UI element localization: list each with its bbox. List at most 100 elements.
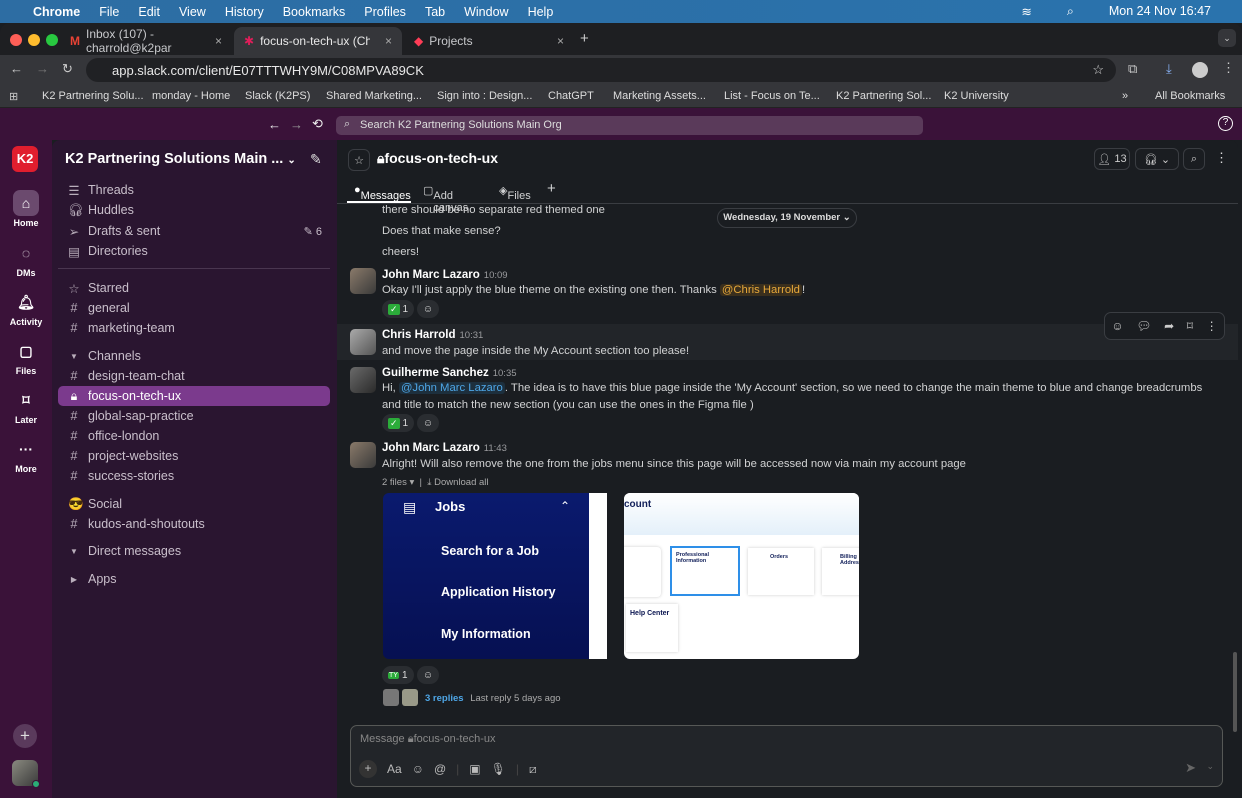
download-icon[interactable]: ⤓: [1166, 61, 1172, 77]
emoji-button[interactable]: ☺: [412, 762, 424, 776]
section-direct-messages[interactable]: ▼ Direct messages: [58, 541, 330, 561]
history-icon[interactable]: ⟲: [312, 116, 323, 132]
forward-icon[interactable]: ➦: [1164, 319, 1174, 333]
menu-view[interactable]: View: [179, 5, 206, 19]
section-starred[interactable]: ☆ Starred: [58, 278, 330, 298]
menu-bookmarks[interactable]: Bookmarks: [283, 5, 346, 19]
forward-button[interactable]: →: [36, 61, 49, 76]
bookmark-star-icon[interactable]: ☆: [1092, 62, 1104, 78]
add-reaction-button[interactable]: ☺: [417, 414, 439, 432]
tab-files[interactable]: ◈ Files: [499, 184, 531, 202]
rail-activity[interactable]: 🔔︎ Activity: [0, 289, 52, 327]
bookmark[interactable]: Slack (K2PS): [245, 90, 310, 102]
formatting-button[interactable]: Aa: [387, 762, 402, 776]
bookmark[interactable]: K2 Partnering Solu...: [42, 90, 144, 102]
clock[interactable]: Mon 24 Nov 16:47: [1109, 4, 1211, 19]
back-button[interactable]: ←: [268, 117, 281, 132]
profile-avatar[interactable]: [1192, 62, 1208, 78]
menu-app[interactable]: Chrome: [33, 5, 80, 19]
extensions-icon[interactable]: ⧉: [1128, 61, 1137, 77]
close-window-button[interactable]: [10, 34, 22, 46]
add-reaction-button[interactable]: ☺: [417, 300, 439, 318]
shortcuts-button[interactable]: ⧄: [529, 762, 537, 777]
channel-success-stories[interactable]: # success-stories: [58, 466, 330, 486]
timestamp[interactable]: 11:43: [484, 443, 507, 454]
search-input[interactable]: ⌕ Search K2 Partnering Solutions Main Org: [336, 116, 923, 135]
channel-office-london[interactable]: # office-london: [58, 426, 330, 446]
channel-focus-on-tech-ux[interactable]: 🔒︎ focus-on-tech-ux: [58, 386, 330, 406]
section-social[interactable]: 😎 Social: [58, 494, 330, 514]
channel-marketing-team[interactable]: # marketing-team: [58, 318, 330, 338]
more-actions-icon[interactable]: ⋮: [1206, 319, 1218, 333]
forward-button[interactable]: →: [290, 117, 303, 132]
workspace-logo[interactable]: K2: [12, 146, 38, 172]
url-bar[interactable]: app.slack.com/client/E07TTTWHY9M/C08MPVA…: [86, 58, 1116, 82]
star-channel-button[interactable]: ☆: [348, 149, 370, 171]
tab-projects[interactable]: ◆ Projects ×: [404, 27, 574, 55]
bookmark[interactable]: ChatGPT: [548, 90, 594, 102]
close-icon[interactable]: ×: [385, 34, 392, 48]
bookmark[interactable]: Shared Marketing...: [326, 90, 422, 102]
send-options-chevron[interactable]: ⌄: [1206, 761, 1214, 772]
huddle-button[interactable]: 🎧︎ ⌄: [1135, 148, 1179, 170]
author-name[interactable]: John Marc Lazaro: [382, 269, 480, 281]
user-mention[interactable]: @John Marc Lazaro: [398, 382, 505, 394]
channel-kudos-and-shoutouts[interactable]: # kudos-and-shoutouts: [58, 514, 330, 534]
bookmark[interactable]: monday - Home: [152, 90, 230, 102]
bookmark-folder[interactable]: K2 Partnering Sol...: [836, 90, 931, 102]
reaction-checkmark[interactable]: ✓ 1: [382, 300, 415, 318]
menu-edit[interactable]: Edit: [138, 5, 160, 19]
compose-icon[interactable]: ✎: [310, 151, 322, 168]
menu-tab[interactable]: Tab: [425, 5, 445, 19]
save-icon[interactable]: ⌑: [1187, 319, 1193, 333]
author-name[interactable]: Chris Harrold: [382, 329, 456, 341]
avatar[interactable]: [350, 268, 376, 294]
section-channels[interactable]: ▼ Channels: [58, 346, 330, 366]
search-channel-button[interactable]: ⌕: [1183, 148, 1205, 170]
reaction-ty[interactable]: TY 1: [382, 666, 414, 684]
close-icon[interactable]: ×: [557, 34, 564, 48]
message-composer[interactable]: Message 🔒︎focus-on-tech-ux + Aa ☺ @ | ▣ …: [350, 725, 1223, 787]
video-clip-button[interactable]: ▣: [469, 762, 480, 776]
bookmark-folder[interactable]: K2 University: [944, 90, 1009, 102]
sidebar-item-threads[interactable]: ☰ Threads: [58, 180, 330, 200]
files-toggle[interactable]: 2 files ▾: [382, 477, 414, 488]
timestamp[interactable]: 10:35: [493, 368, 517, 379]
more-bookmarks-icon[interactable]: »: [1122, 90, 1128, 102]
avatar[interactable]: [350, 442, 376, 468]
avatar[interactable]: [350, 329, 376, 355]
timestamp[interactable]: 10:31: [460, 330, 484, 341]
bookmark[interactable]: List - Focus on Te...: [724, 90, 820, 102]
attach-button[interactable]: +: [359, 760, 377, 778]
menu-profiles[interactable]: Profiles: [364, 5, 406, 19]
menu-help[interactable]: Help: [528, 5, 554, 19]
tab-add-canvas[interactable]: ▢ Add canvas: [423, 184, 468, 214]
channel-project-websites[interactable]: # project-websites: [58, 446, 330, 466]
add-workspace-button[interactable]: +: [13, 724, 37, 748]
timestamp[interactable]: 10:09: [484, 270, 508, 281]
reload-button[interactable]: ↻: [62, 61, 73, 77]
menu-history[interactable]: History: [225, 5, 264, 19]
tab-search-button[interactable]: ⌄: [1218, 29, 1236, 47]
tab-slack[interactable]: ✱focus-on-tech-ux (Channel) -×: [234, 27, 402, 55]
minimize-window-button[interactable]: [28, 34, 40, 46]
close-icon[interactable]: ×: [215, 34, 222, 48]
attachment-image-account-page[interactable]: count Professional Information Orders Bi…: [624, 493, 859, 659]
bookmark[interactable]: Sign into : Design...: [437, 90, 532, 102]
scrollbar[interactable]: [1233, 652, 1237, 732]
tab-gmail[interactable]: M Inbox (107) - charrold@k2par ×: [60, 27, 232, 55]
zoom-window-button[interactable]: [46, 34, 58, 46]
add-tab-button[interactable]: +: [547, 180, 556, 197]
section-apps[interactable]: ▶ Apps: [58, 569, 330, 589]
reply-thread-icon[interactable]: 💬︎: [1136, 319, 1151, 333]
workspace-name[interactable]: K2 Partnering Solutions Main ... ⌄: [65, 151, 296, 167]
rail-home[interactable]: ⌂ Home: [0, 190, 52, 228]
rail-files[interactable]: ▢ Files: [0, 338, 52, 376]
message-input[interactable]: Message 🔒︎focus-on-tech-ux: [360, 733, 496, 746]
author-name[interactable]: John Marc Lazaro: [382, 442, 480, 454]
bookmark[interactable]: Marketing Assets...: [613, 90, 706, 102]
rail-more[interactable]: ··· More: [0, 436, 52, 474]
channel-title[interactable]: 🔒︎focus-on-tech-ux: [377, 150, 498, 167]
send-button[interactable]: ➤: [1185, 760, 1196, 776]
reaction-checkmark[interactable]: ✓ 1: [382, 414, 415, 432]
